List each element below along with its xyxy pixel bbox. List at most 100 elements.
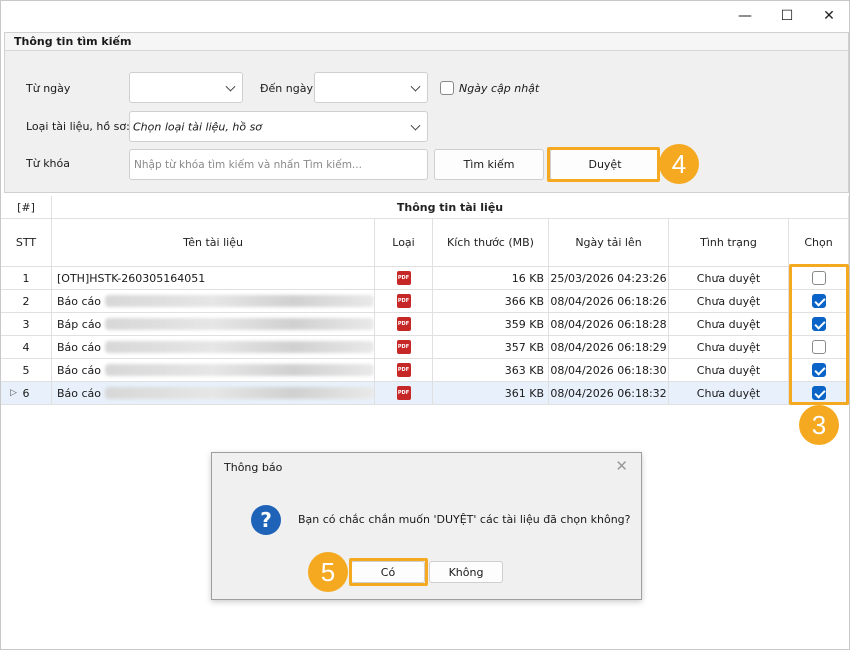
row-name-cell[interactable]: Báo cáo [52,290,375,313]
to-date-picker[interactable] [314,72,428,103]
row-date: 08/04/2026 06:18:32 [550,386,667,400]
from-date-picker[interactable] [129,72,243,103]
col-size[interactable]: Kích thước (MB) [433,219,549,267]
row-size: 357 KB [504,340,544,354]
dialog-close-icon[interactable]: ✕ [615,457,628,475]
col-stt[interactable]: STT [1,219,52,267]
keyword-placeholder: Nhập từ khóa tìm kiếm và nhấn Tìm kiếm..… [134,158,362,171]
step-3-badge: 3 [799,405,839,445]
redacted-name [105,318,374,330]
row-name: Báo cáo [57,363,102,377]
row-stt-cell[interactable]: 3 [1,313,52,336]
row-stt: 1 [22,271,30,285]
row-name-cell[interactable]: Báp cáo [52,313,375,336]
row-date-cell[interactable]: 25/03/2026 04:23:26 [549,267,669,290]
row-status: Chưa duyệt [696,340,761,354]
chevron-down-icon [225,81,236,92]
step-5-badge: 5 [308,552,348,592]
row-size-cell[interactable]: 16 KB [433,267,549,290]
row-size-cell[interactable]: 359 KB [433,313,549,336]
doc-type-label: Loại tài liệu, hồ sơ: [26,120,130,133]
row-status-cell[interactable]: Chưa duyệt [669,359,789,382]
grid-corner: [#] [1,196,52,219]
row-date: 08/04/2026 06:18:28 [550,317,667,331]
pdf-icon [396,271,411,285]
row-status: Chưa duyệt [696,386,761,400]
row-type-cell[interactable] [375,336,433,359]
row-stt: 6 [22,386,30,400]
row-stt: 2 [22,294,30,308]
row-type-cell[interactable] [375,267,433,290]
row-name-cell[interactable]: Báo cáo [52,336,375,359]
grid-group-header: Thông tin tài liệu [52,196,849,219]
keyword-label: Từ khóa [26,157,70,170]
keyword-input[interactable]: Nhập từ khóa tìm kiếm và nhấn Tìm kiếm..… [129,149,428,180]
search-panel-title: Thông tin tìm kiếm [14,35,132,48]
pdf-icon [396,386,411,400]
col-date[interactable]: Ngày tải lên [549,219,669,267]
row-type-cell[interactable] [375,382,433,405]
select-highlight [789,264,849,405]
to-date-label: Đến ngày [260,82,313,95]
row-name: Báo cáo [57,386,102,400]
row-date: 25/03/2026 04:23:26 [550,271,667,285]
row-date-cell[interactable]: 08/04/2026 06:18:29 [549,336,669,359]
redacted-name [105,295,374,307]
minimize-button[interactable]: — [725,1,765,31]
approve-highlight [547,147,660,182]
row-stt-cell[interactable]: 2 [1,290,52,313]
title-bar: — ☐ ✕ [1,1,849,31]
row-name: Báo cáo [57,340,102,354]
row-date: 08/04/2026 06:18:26 [550,294,667,308]
update-date-checkbox[interactable] [440,81,454,95]
confirm-dialog: Thông báo ✕ ? Bạn có chắc chắn muốn 'DUY… [211,452,642,600]
row-date-cell[interactable]: 08/04/2026 06:18:30 [549,359,669,382]
pdf-icon [396,294,411,308]
row-name-cell[interactable]: Báo cáo [52,359,375,382]
row-size-cell[interactable]: 366 KB [433,290,549,313]
row-stt-cell[interactable]: 5 [1,359,52,382]
yes-highlight [349,558,428,586]
col-select[interactable]: Chọn [789,219,849,267]
col-name[interactable]: Tên tài liệu [52,219,375,267]
redacted-name [105,341,374,353]
row-stt: 5 [22,363,30,377]
row-date-cell[interactable]: 08/04/2026 06:18:32 [549,382,669,405]
row-date-cell[interactable]: 08/04/2026 06:18:28 [549,313,669,336]
row-name: Báo cáo [57,294,102,308]
doc-type-value: Chọn loại tài liệu, hồ sơ [133,120,263,133]
row-name: Báp cáo [57,317,102,331]
question-icon: ? [251,505,281,535]
from-date-label: Từ ngày [26,82,71,95]
row-status-cell[interactable]: Chưa duyệt [669,267,789,290]
row-stt-cell[interactable]: 4 [1,336,52,359]
no-button[interactable]: Không [429,561,503,583]
row-type-cell[interactable] [375,313,433,336]
row-stt: 3 [22,317,30,331]
row-name-cell[interactable]: [OTH]HSTK-260305164051 [52,267,375,290]
dialog-message: Bạn có chắc chắn muốn 'DUYỆT' các tài li… [298,513,631,526]
row-stt-cell[interactable]: 1 [1,267,52,290]
pdf-icon [396,317,411,331]
row-date-cell[interactable]: 08/04/2026 06:18:26 [549,290,669,313]
row-status-cell[interactable]: Chưa duyệt [669,336,789,359]
row-status-cell[interactable]: Chưa duyệt [669,313,789,336]
row-status-cell[interactable]: Chưa duyệt [669,382,789,405]
row-size-cell[interactable]: 357 KB [433,336,549,359]
col-type[interactable]: Loại [375,219,433,267]
row-name-cell[interactable]: Báo cáo [52,382,375,405]
col-status[interactable]: Tình trạng [669,219,789,267]
row-status-cell[interactable]: Chưa duyệt [669,290,789,313]
maximize-button[interactable]: ☐ [767,1,807,31]
row-size-cell[interactable]: 363 KB [433,359,549,382]
row-type-cell[interactable] [375,290,433,313]
row-stt-cell[interactable]: ▷ 6 [1,382,52,405]
row-size: 366 KB [504,294,544,308]
close-button[interactable]: ✕ [809,1,849,31]
doc-type-select[interactable]: Chọn loại tài liệu, hồ sơ [129,111,428,142]
row-status: Chưa duyệt [696,363,761,377]
pdf-icon [396,363,411,377]
search-button[interactable]: Tìm kiếm [434,149,544,180]
row-type-cell[interactable] [375,359,433,382]
row-size-cell[interactable]: 361 KB [433,382,549,405]
